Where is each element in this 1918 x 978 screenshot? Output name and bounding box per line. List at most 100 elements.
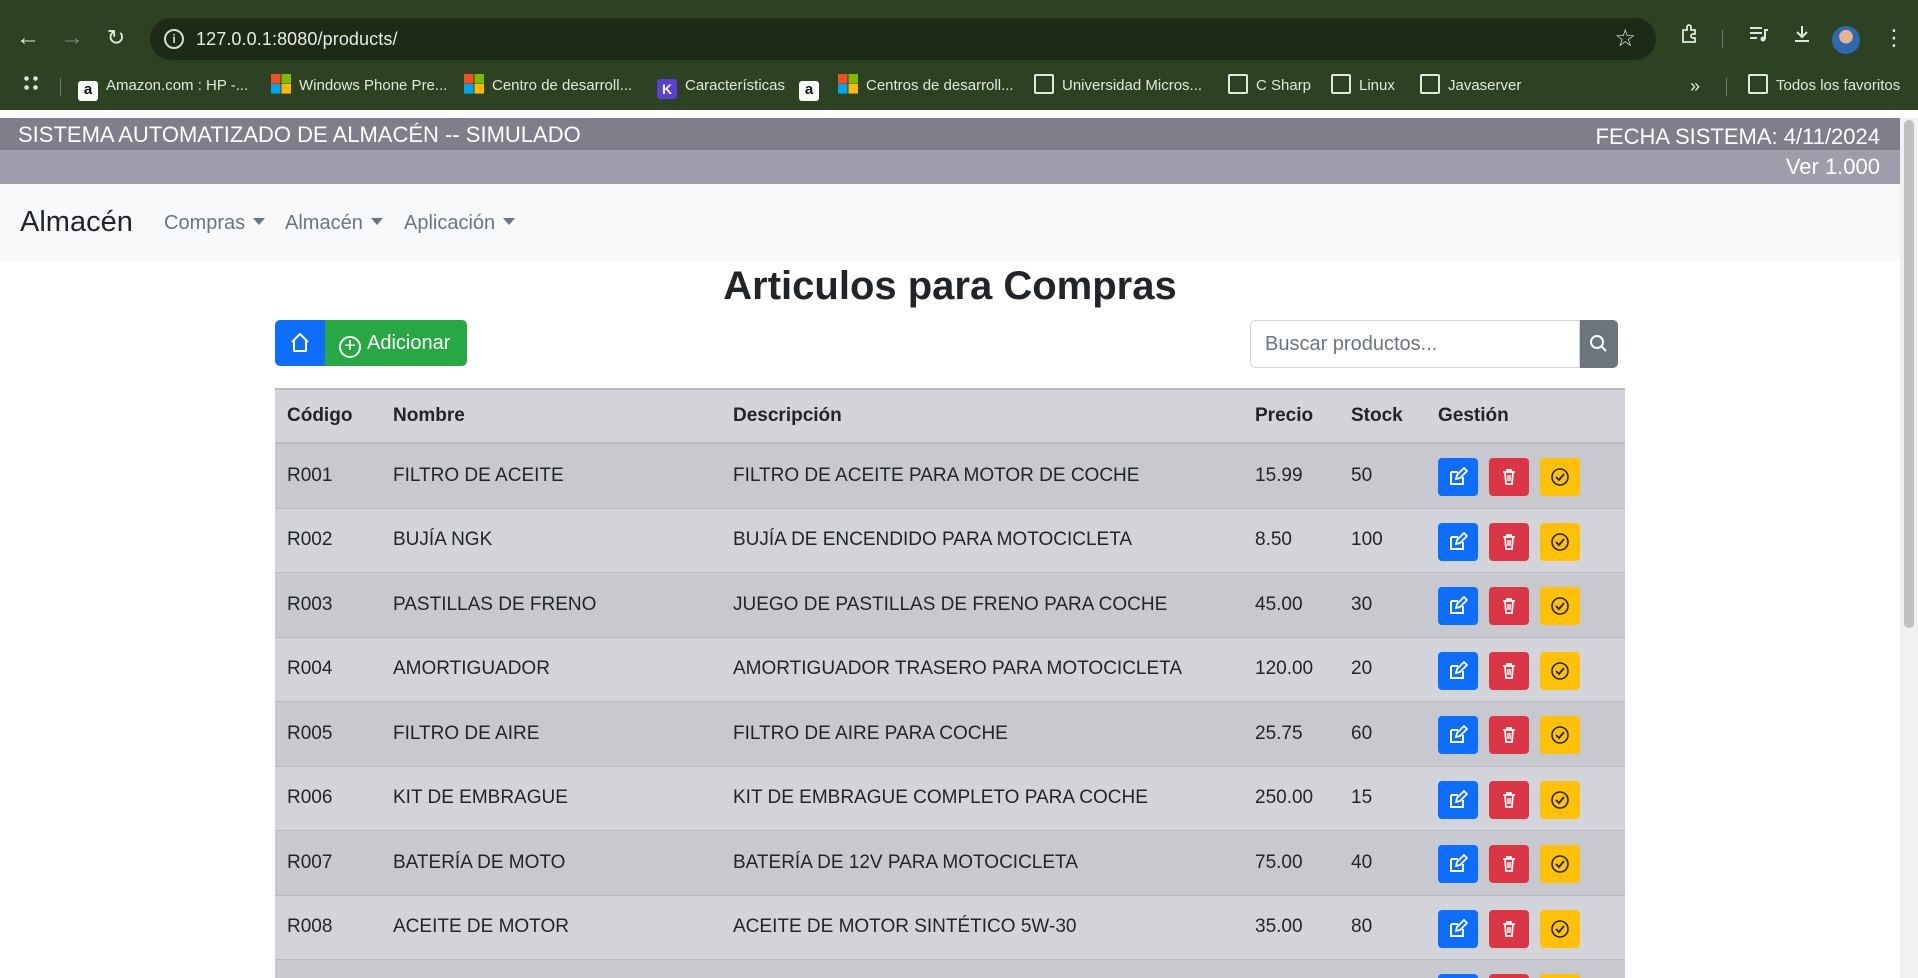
delete-button[interactable]: [1489, 780, 1529, 819]
bookmark-folder[interactable]: C Sharp: [1228, 74, 1311, 98]
confirm-button[interactable]: [1540, 651, 1580, 690]
forward-arrow-icon[interactable]: →: [56, 22, 88, 54]
table-row: R006 KIT DE EMBRAGUE KIT DE EMBRAGUE COMPL…: [275, 766, 1625, 831]
table-body: R001 FILTRO DE ACEITE FILTRO DE ACEITE PAR…: [275, 444, 1625, 978]
cell-nombre: FILTRO DE AIRE: [393, 722, 540, 744]
edit-button[interactable]: [1438, 587, 1478, 625]
search-input[interactable]: [1250, 320, 1580, 368]
confirm-button[interactable]: [1540, 780, 1580, 819]
table-row: R002 BUJÍA NGK BUJÍA DE ENCENDIDO PARA MOT…: [275, 508, 1625, 573]
caret-down-icon: [370, 218, 383, 225]
bookmark-folder[interactable]: Linux: [1331, 74, 1395, 98]
menu-aplicacion[interactable]: Aplicación: [404, 212, 516, 235]
edit-button[interactable]: [1438, 780, 1478, 819]
system-version: Ver 1.000: [1785, 154, 1880, 179]
folder-icon: [1420, 74, 1440, 94]
table-row: R004 AMORTIGUADOR AMORTIGUADOR TRASERO PAR…: [275, 637, 1625, 702]
add-button[interactable]: + Adicionar: [325, 320, 467, 366]
amazon-icon: a: [799, 81, 819, 101]
bookmark-label: Todos los favoritos: [1776, 77, 1901, 94]
menu-compras[interactable]: Compras: [164, 212, 266, 235]
check-circle-icon: [1551, 855, 1569, 873]
delete-button[interactable]: [1489, 587, 1529, 625]
download-icon[interactable]: [1786, 22, 1818, 54]
confirm-button[interactable]: [1540, 716, 1580, 754]
caret-down-icon: [253, 218, 266, 225]
address-bar[interactable]: i 127.0.0.1:8080/products/ ☆: [150, 18, 1656, 60]
confirm-button[interactable]: [1540, 522, 1580, 561]
bookmark-item[interactable]: Windows Phone Pre...: [271, 74, 447, 98]
cell-precio: 25.75: [1255, 722, 1303, 744]
navbar-brand[interactable]: Almacén: [20, 206, 133, 239]
bookmark-item[interactable]: Centro de desarroll...: [464, 74, 632, 98]
bookmark-star-icon[interactable]: ☆: [1614, 24, 1636, 53]
edit-button[interactable]: [1438, 909, 1478, 948]
site-info-icon[interactable]: i: [164, 29, 184, 49]
back-arrow-icon[interactable]: ←: [12, 22, 44, 54]
check-circle-icon: [1551, 468, 1569, 486]
table-row: R003 PASTILLAS DE FRENO JUEGO DE PASTILLAS…: [275, 573, 1625, 638]
bookmarks-overflow-icon[interactable]: »: [1690, 74, 1700, 98]
cell-descripcion: ACEITE DE MOTOR SINTÉTICO 5W-30: [733, 916, 1077, 938]
home-button[interactable]: [275, 320, 325, 366]
confirm-button[interactable]: [1540, 845, 1580, 883]
edit-button[interactable]: [1438, 974, 1478, 978]
bookmark-item[interactable]: Centros de desarroll...: [838, 74, 1014, 98]
bookmarks-divider: [1726, 78, 1727, 96]
edit-button[interactable]: [1438, 522, 1478, 561]
confirm-button[interactable]: [1540, 587, 1580, 625]
delete-button[interactable]: [1489, 651, 1529, 690]
delete-button[interactable]: [1489, 522, 1529, 561]
cell-codigo: R001: [287, 464, 333, 486]
edit-icon: [1450, 854, 1468, 872]
all-bookmarks-folder[interactable]: Todos los favoritos: [1748, 74, 1900, 98]
check-circle-icon: [1551, 726, 1569, 744]
page-scrollbar[interactable]: [1900, 118, 1918, 978]
delete-button[interactable]: [1489, 716, 1529, 754]
folder-icon: [1034, 74, 1054, 94]
bookmark-folder[interactable]: Universidad Micros...: [1034, 74, 1202, 98]
menu-almacen[interactable]: Almacén: [285, 212, 383, 235]
plus-circle-icon: +: [339, 336, 361, 358]
bookmark-label: Javaserver: [1448, 77, 1522, 94]
bookmark-label: Centros de desarroll...: [866, 77, 1014, 94]
delete-button[interactable]: [1489, 974, 1529, 978]
cell-precio: 35.00: [1255, 916, 1303, 938]
delete-button[interactable]: [1489, 458, 1529, 496]
cell-stock: 20: [1351, 658, 1373, 680]
bookmark-item[interactable]: K Características: [657, 74, 785, 99]
cell-descripcion: BUJÍA DE ENCENDIDO PARA MOTOCICLETA: [733, 529, 1133, 551]
browser-menu-icon[interactable]: ⋮: [1878, 22, 1910, 54]
confirm-button[interactable]: [1540, 458, 1580, 496]
scrollbar-thumb[interactable]: [1904, 120, 1914, 628]
cell-precio: 8.50: [1255, 529, 1292, 551]
trash-icon: [1503, 856, 1515, 872]
delete-button[interactable]: [1489, 909, 1529, 948]
reload-icon[interactable]: ↻: [100, 22, 132, 54]
url-text[interactable]: 127.0.0.1:8080/products/: [196, 29, 398, 50]
bookmark-item[interactable]: a Amazon.com : HP -...: [78, 74, 248, 101]
edit-button[interactable]: [1438, 845, 1478, 883]
cell-descripcion: JUEGO DE PASTILLAS DE FRENO PARA COCHE: [733, 593, 1168, 615]
cell-nombre: AMORTIGUADOR: [393, 658, 550, 680]
edit-button[interactable]: [1438, 716, 1478, 754]
media-playlist-icon[interactable]: [1742, 22, 1774, 54]
edit-button[interactable]: [1438, 651, 1478, 690]
extensions-icon[interactable]: [1674, 22, 1706, 54]
profile-avatar[interactable]: [1832, 26, 1860, 54]
confirm-button[interactable]: [1540, 974, 1580, 978]
bookmark-label: Windows Phone Pre...: [299, 77, 448, 94]
delete-button[interactable]: [1489, 845, 1529, 883]
confirm-button[interactable]: [1540, 909, 1580, 948]
cell-stock: 60: [1351, 722, 1373, 744]
bookmark-folder[interactable]: Javaserver: [1420, 74, 1521, 98]
menu-label: Almacén: [285, 212, 363, 234]
table-header: Código Nombre Descripción Precio Stock G…: [275, 388, 1625, 444]
products-table: Código Nombre Descripción Precio Stock G…: [275, 388, 1625, 978]
search-button[interactable]: [1580, 320, 1618, 368]
cell-codigo: R004: [287, 658, 333, 680]
edit-button[interactable]: [1438, 458, 1478, 496]
bookmark-item[interactable]: a: [799, 74, 827, 101]
apps-grid-icon[interactable]: [22, 74, 50, 98]
folder-icon: [1331, 74, 1351, 94]
